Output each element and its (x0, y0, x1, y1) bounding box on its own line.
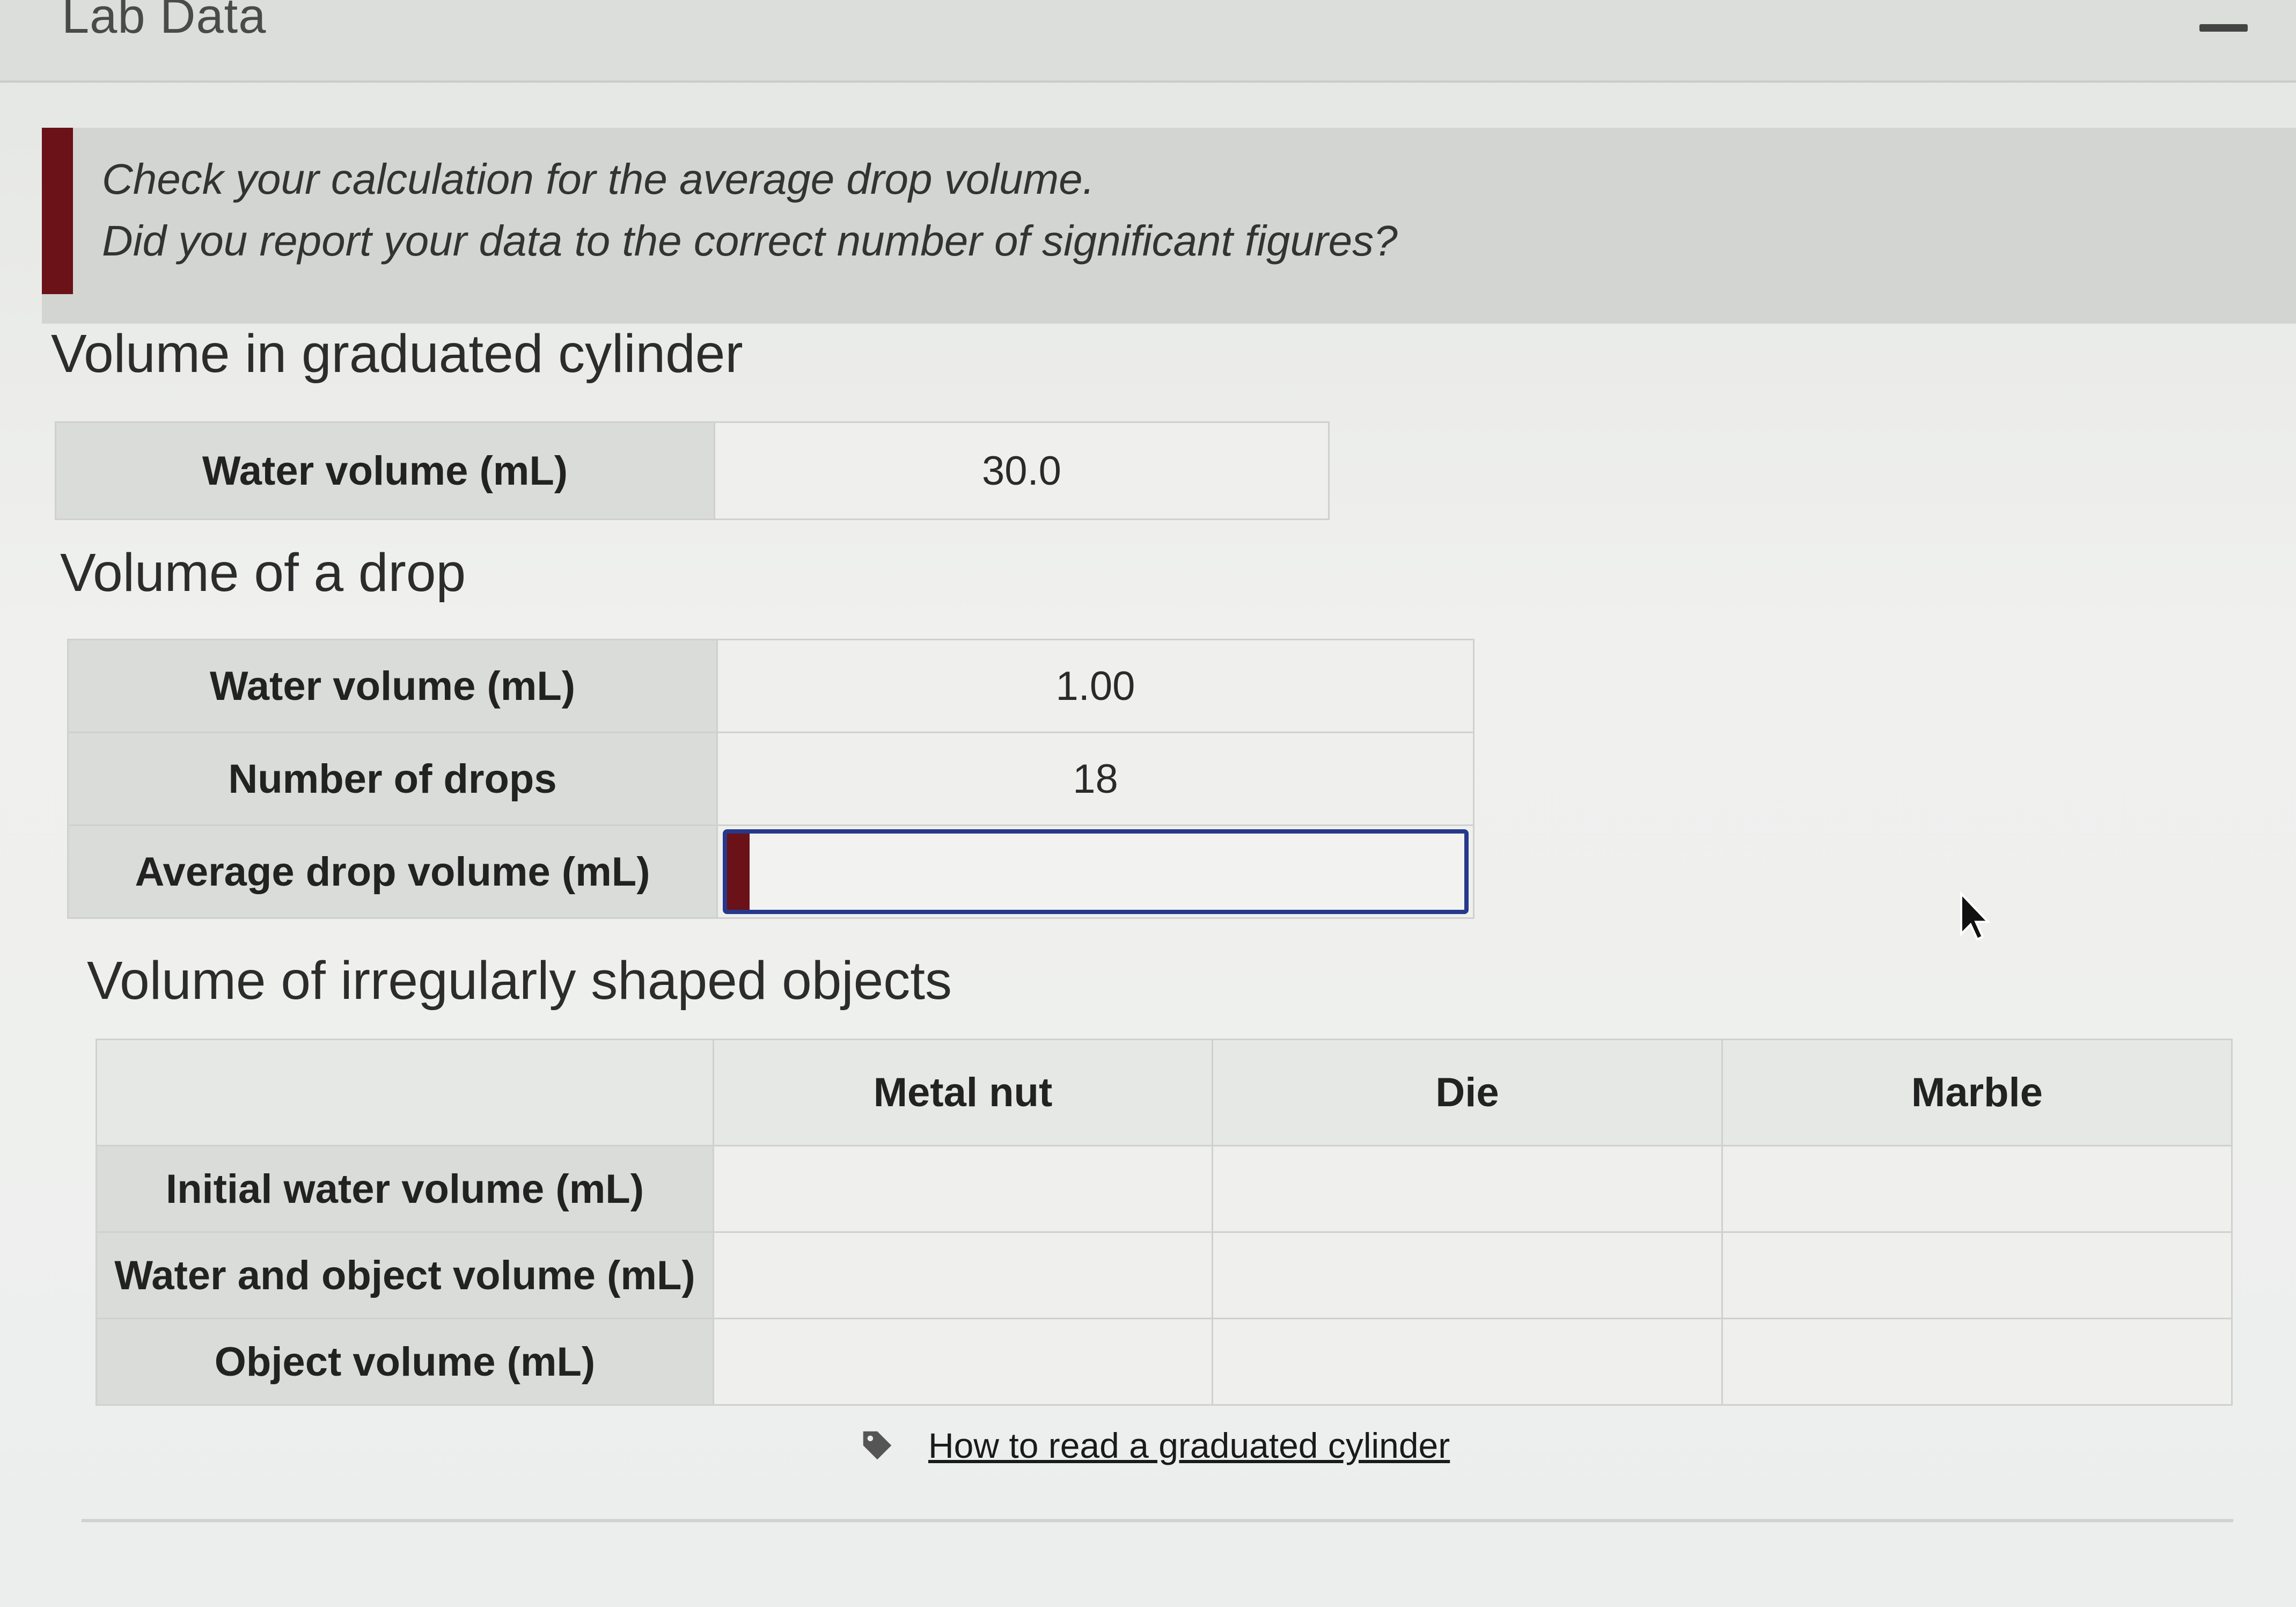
table-row: Water volume (mL) 1.00 (67, 639, 1475, 733)
graduated-cylinder-table: Water volume (mL) 30.0 (55, 421, 1330, 520)
marble-object-input[interactable] (1721, 1318, 2233, 1406)
help-link-graduated-cylinder[interactable]: How to read a graduated cylinder (859, 1425, 1450, 1466)
table-row: Initial water volume (mL) (96, 1145, 2233, 1233)
metal-nut-object-input[interactable] (713, 1318, 1213, 1406)
section-heading-graduated-cylinder: Volume in graduated cylinder (51, 324, 743, 384)
feedback-line-2: Did you report your data to the correct … (102, 217, 1398, 265)
column-header-marble: Marble (1721, 1039, 2233, 1146)
marble-combined-input[interactable] (1721, 1231, 2233, 1319)
number-of-drops-value: 18 (716, 732, 1475, 826)
table-row: Average drop volume (mL) (67, 824, 1475, 919)
water-volume-value: 30.0 (714, 421, 1330, 520)
column-header-die: Die (1212, 1039, 1723, 1146)
feedback-message: Check your calculation for the average d… (42, 128, 2296, 324)
column-header-metal-nut: Metal nut (713, 1039, 1213, 1146)
average-drop-volume-cell (716, 824, 1475, 919)
input-error-marker (727, 834, 750, 910)
row-label: Average drop volume (mL) (67, 824, 718, 919)
die-object-input[interactable] (1212, 1318, 1723, 1406)
irregular-objects-table: Metal nut Die Marble Initial water volum… (96, 1039, 2233, 1406)
panel-bottom-edge (82, 1519, 2233, 1522)
minimize-button[interactable] (2199, 24, 2248, 32)
die-initial-input[interactable] (1212, 1145, 1723, 1233)
row-label: Water volume (mL) (67, 639, 718, 733)
row-label: Object volume (mL) (96, 1318, 714, 1406)
table-row: Number of drops 18 (67, 732, 1475, 826)
average-drop-volume-input[interactable] (722, 829, 1469, 914)
row-label: Number of drops (67, 732, 718, 826)
drop-volume-table: Water volume (mL) 1.00 Number of drops 1… (67, 639, 1475, 919)
row-label: Initial water volume (mL) (96, 1145, 714, 1233)
table-row: Water and object volume (mL) (96, 1231, 2233, 1319)
drop-water-volume-value: 1.00 (716, 639, 1475, 733)
mouse-cursor-icon (1960, 891, 1991, 941)
table-row: Object volume (mL) (96, 1318, 2233, 1406)
title-bar: Lab Data (0, 0, 2296, 83)
metal-nut-combined-input[interactable] (713, 1231, 1213, 1319)
section-heading-drop: Volume of a drop (60, 543, 466, 603)
section-heading-irregular-objects: Volume of irregularly shaped objects (87, 951, 952, 1011)
metal-nut-initial-input[interactable] (713, 1145, 1213, 1233)
header-corner (96, 1039, 714, 1146)
die-combined-input[interactable] (1212, 1231, 1723, 1319)
error-indicator-bar (42, 128, 73, 294)
lab-data-window: Lab Data Check your calculation for the … (0, 0, 2296, 1607)
table-header-row: Metal nut Die Marble (96, 1039, 2233, 1146)
marble-initial-input[interactable] (1721, 1145, 2233, 1233)
tag-icon (863, 1431, 892, 1460)
row-label: Water and object volume (mL) (96, 1231, 714, 1319)
row-label: Water volume (mL) (55, 421, 715, 520)
table-row: Water volume (mL) 30.0 (55, 421, 1330, 520)
help-link-text[interactable]: How to read a graduated cylinder (928, 1425, 1450, 1466)
window-title: Lab Data (62, 0, 267, 43)
feedback-line-1: Check your calculation for the average d… (102, 155, 1095, 203)
